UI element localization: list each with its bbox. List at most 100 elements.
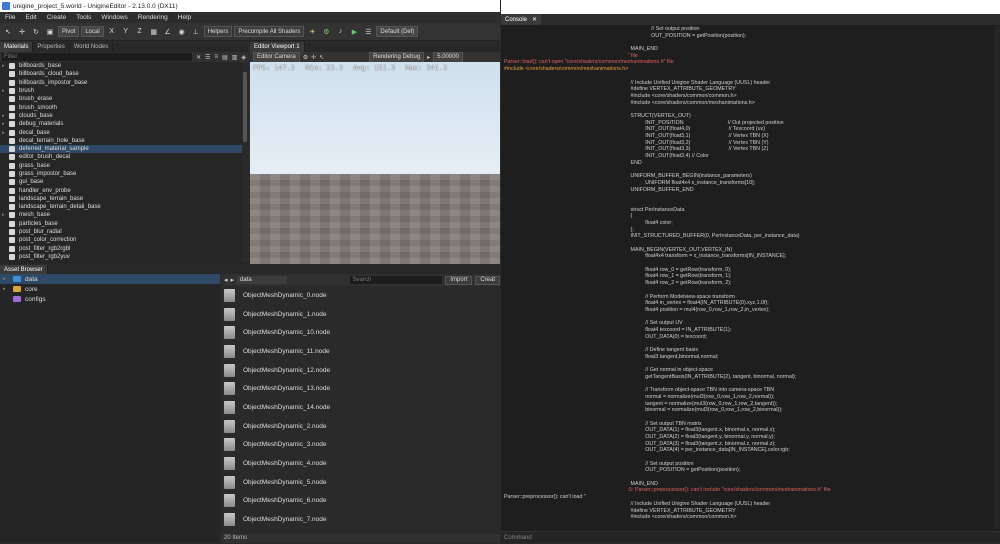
file-item[interactable]: ObjectMeshDynamic_3.node — [221, 436, 500, 455]
select-tool-icon[interactable]: ↖ — [2, 26, 14, 38]
default-profile-select[interactable]: Default (Def) — [376, 26, 419, 37]
material-item[interactable]: gui_base — [0, 178, 248, 186]
folder-item[interactable]: ▸ core — [0, 284, 220, 294]
asset-search-input[interactable]: Search — [350, 276, 443, 284]
material-item[interactable]: handler_env_probe — [0, 186, 248, 194]
expand-arrow-icon[interactable]: ▸ — [2, 88, 9, 94]
axis-icon[interactable]: ⊥ — [190, 26, 202, 38]
material-item[interactable]: post_color_correction — [0, 236, 248, 244]
material-item[interactable]: particles_base — [0, 220, 248, 228]
material-item[interactable]: grass_base — [0, 162, 248, 170]
file-item[interactable]: ObjectMeshDynamic_7.node — [221, 510, 500, 529]
tab-properties[interactable]: Properties — [33, 42, 70, 52]
menu-help[interactable]: Help — [173, 14, 196, 21]
file-item[interactable]: ObjectMeshDynamic_13.node — [221, 379, 500, 398]
viewport-settings-icon[interactable]: ⚙ — [303, 54, 308, 61]
menu-windows[interactable]: Windows — [96, 14, 132, 21]
precompile-shaders-button[interactable]: Precompile All Shaders — [234, 26, 305, 37]
folder-forward-icon[interactable]: ▸ — [231, 276, 235, 284]
expand-arrow-icon[interactable]: ▸ — [2, 212, 9, 218]
material-item[interactable]: billboards_impostor_base — [0, 79, 248, 87]
angle-snap-icon[interactable]: ∠ — [162, 26, 174, 38]
sun-icon[interactable]: ☀ — [306, 26, 318, 38]
tab-editor-viewport[interactable]: Editor Viewport 1 — [250, 42, 305, 52]
viewport-move-icon[interactable]: ✛ — [311, 54, 316, 61]
play-icon[interactable]: ▶ — [348, 26, 360, 38]
file-item[interactable]: ObjectMeshDynamic_10.node — [221, 323, 500, 342]
y-axis-icon[interactable]: Y — [120, 26, 132, 38]
material-item[interactable]: billboards_cloud_base — [0, 70, 248, 78]
rotate-tool-icon[interactable]: ↻ — [30, 26, 42, 38]
menu-rendering[interactable]: Rendering — [133, 14, 173, 21]
material-item[interactable]: deferred_material_sample — [0, 144, 248, 154]
helpers-button[interactable]: Helpers — [203, 26, 233, 37]
menu-file[interactable]: File — [0, 14, 20, 21]
close-icon[interactable]: ✕ — [532, 16, 537, 23]
create-button[interactable]: Creat — [475, 275, 500, 285]
material-item[interactable]: post_filter_rgb2yuv — [0, 253, 248, 261]
material-item[interactable]: decal_terrain_hole_base — [0, 137, 248, 145]
expand-arrow-icon[interactable]: ▸ — [3, 276, 9, 282]
x-axis-icon[interactable]: X — [106, 26, 118, 38]
material-item[interactable]: post_filter_rgb2rgbl — [0, 245, 248, 253]
material-item[interactable]: ▸ mesh_base — [0, 211, 248, 219]
viewport-scene[interactable]: FPS: 147.5 Min: 23.3 Avg: 151.3 Max: 341… — [250, 62, 500, 264]
material-item[interactable]: brush_erase — [0, 95, 248, 103]
z-axis-icon[interactable]: Z — [134, 26, 146, 38]
camera-select[interactable]: Editor Camera — [253, 51, 300, 63]
local-select[interactable]: Local — [81, 26, 104, 37]
grid-snap-icon[interactable]: ▦ — [148, 26, 160, 38]
file-item[interactable]: ObjectMeshDynamic_5.node — [221, 473, 500, 492]
tree-view-icon[interactable]: ≡ — [215, 54, 219, 60]
materials-scrollbar[interactable] — [242, 62, 248, 262]
material-item[interactable]: editor_brush_decal — [0, 153, 248, 161]
material-item[interactable]: landscape_terrain_base — [0, 195, 248, 203]
viewport-cursor-icon[interactable]: ↖ — [319, 54, 324, 61]
file-item[interactable]: ObjectMeshDynamic_4.node — [221, 454, 500, 473]
folder-up-icon[interactable]: ◂ — [224, 276, 228, 284]
menu-edit[interactable]: Edit — [20, 14, 41, 21]
options-icon[interactable]: ☰ — [362, 26, 374, 38]
file-item[interactable]: ObjectMeshDynamic_12.node — [221, 361, 500, 380]
move-tool-icon[interactable]: ✛ — [16, 26, 28, 38]
file-item[interactable]: ObjectMeshDynamic_0.node — [221, 286, 500, 305]
expand-arrow-icon[interactable]: ▸ — [2, 121, 9, 127]
tab-console[interactable]: Console ✕ — [501, 14, 542, 25]
console-command-input[interactable]: Command — [501, 531, 1000, 543]
menu-create[interactable]: Create — [42, 14, 72, 21]
import-button[interactable]: Import — [445, 275, 473, 285]
filter-input[interactable]: Filter — [2, 53, 193, 61]
collapse-icon[interactable]: ▤ — [222, 54, 228, 61]
console-scrollbar[interactable] — [994, 26, 1000, 529]
list-view-icon[interactable]: ☰ — [205, 54, 210, 61]
file-item[interactable]: ObjectMeshDynamic_11.node — [221, 342, 500, 361]
material-item[interactable]: grass_impostor_base — [0, 170, 248, 178]
material-item[interactable]: post_blur_radial — [0, 228, 248, 236]
settings-icon[interactable]: ⚙ — [320, 26, 332, 38]
tab-asset-browser[interactable]: Asset Browser — [0, 265, 48, 274]
menu-tools[interactable]: Tools — [71, 14, 96, 21]
material-item[interactable]: landscape_terrain_detail_base — [0, 203, 248, 211]
file-item[interactable]: ObjectMeshDynamic_1.node — [221, 305, 500, 324]
expand-arrow-icon[interactable]: ▸ — [2, 63, 9, 69]
material-item[interactable]: brush_smooth — [0, 103, 248, 111]
rendering-debug-select[interactable]: Rendering Debug — [369, 51, 425, 63]
camera-speed-field[interactable]: 5.00000 — [433, 51, 463, 63]
expand-arrow-icon[interactable]: ▸ — [3, 286, 9, 292]
material-item[interactable]: ▸ decal_base — [0, 128, 248, 136]
tab-materials[interactable]: Materials — [0, 42, 34, 52]
expand-arrow-icon[interactable]: ▸ — [2, 113, 9, 119]
folder-item[interactable]: configs — [0, 294, 220, 304]
sound-icon[interactable]: ♪ — [334, 26, 346, 38]
material-item[interactable]: ▸ billboards_base — [0, 62, 248, 70]
camera-icon[interactable]: ◉ — [176, 26, 188, 38]
expand-arrow-icon[interactable]: ▸ — [2, 130, 9, 136]
asset-path-field[interactable]: data — [237, 276, 288, 284]
material-item[interactable]: ▸ debug_materials — [0, 120, 248, 128]
lock-icon[interactable]: ◈ — [241, 54, 246, 61]
material-item[interactable]: ▸ clouds_base — [0, 112, 248, 120]
pivot-select[interactable]: Pivot — [58, 26, 80, 37]
material-item[interactable]: ▸ brush — [0, 87, 248, 95]
file-item[interactable]: ObjectMeshDynamic_2.node — [221, 417, 500, 436]
file-item[interactable]: ObjectMeshDynamic_14.node — [221, 398, 500, 417]
